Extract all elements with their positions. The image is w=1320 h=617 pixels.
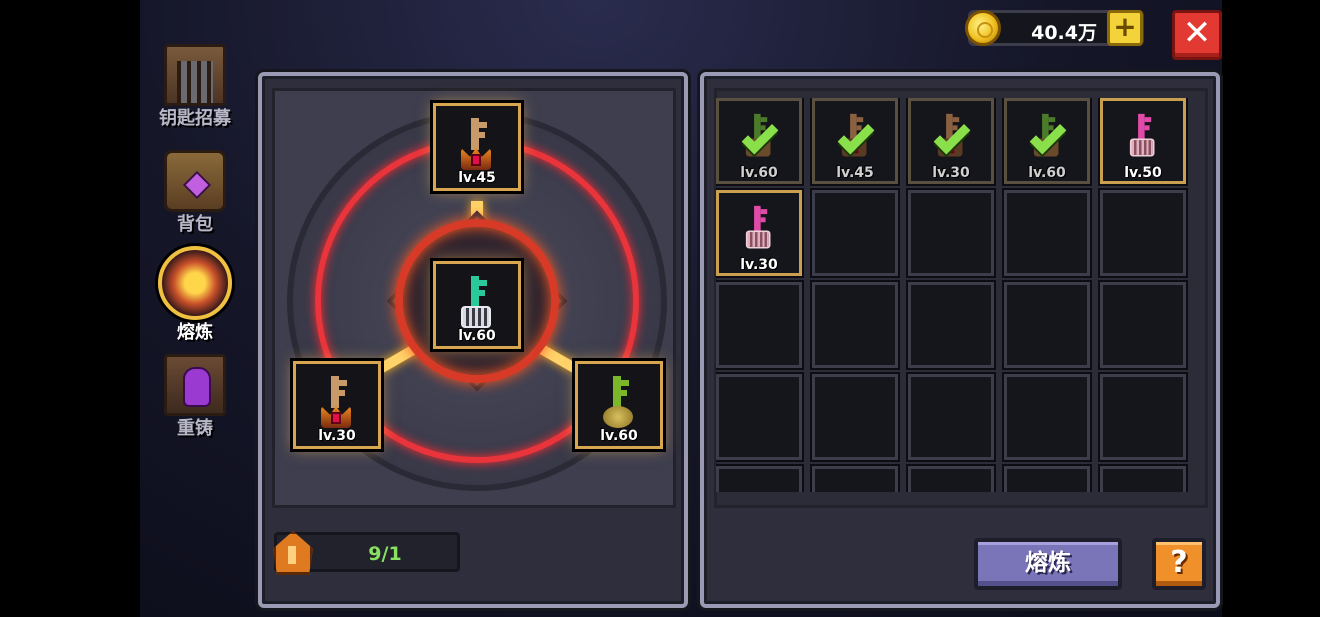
- slot-level: lv.30: [740, 257, 778, 273]
- right-letterbox: [1222, 0, 1320, 617]
- empty-slot: [1100, 190, 1186, 276]
- forge-slot-right[interactable]: lv.60: [575, 361, 663, 449]
- slot-level: lv.30: [318, 428, 356, 444]
- teal-key-icon: [457, 276, 497, 330]
- empty-slot: [1004, 190, 1090, 276]
- pink-key-icon: [743, 205, 776, 250]
- gold-coin-icon: [965, 10, 1001, 46]
- sidebar-item-label: 熔炼: [177, 322, 213, 343]
- slot-level: lv.60: [600, 428, 638, 444]
- furnace-icon: [158, 246, 232, 320]
- inventory-slot[interactable]: lv.60: [1004, 98, 1090, 184]
- inventory-grid[interactable]: lv.60 lv.45 lv.30 lv.60 lv.50 lv.30: [716, 98, 1196, 492]
- forge-slot-top[interactable]: lv.45: [433, 103, 521, 191]
- empty-slot: [812, 190, 898, 276]
- slot-level: lv.50: [1124, 165, 1162, 181]
- sidebar-item-smelt[interactable]: 熔炼: [150, 246, 240, 344]
- empty-slot: [812, 282, 898, 368]
- sidebar-item-label: 背包: [177, 214, 213, 235]
- inventory-slot[interactable]: lv.45: [812, 98, 898, 184]
- inventory-slot[interactable]: lv.30: [908, 98, 994, 184]
- slot-level: lv.60: [740, 165, 778, 181]
- material-count-bar: 9/1: [273, 531, 460, 575]
- empty-slot: [908, 466, 994, 492]
- help-button[interactable]: ?: [1152, 538, 1206, 590]
- sidebar-item-backpack[interactable]: 背包: [150, 150, 240, 236]
- close-button[interactable]: ✕: [1172, 10, 1222, 60]
- bronze-key-icon: [317, 376, 357, 430]
- recast-icon: [164, 354, 226, 416]
- gate-icon: [164, 44, 226, 106]
- left-letterbox: [0, 0, 140, 617]
- empty-slot: [1100, 374, 1186, 460]
- inventory-slot[interactable]: lv.50: [1100, 98, 1186, 184]
- forge-area: lv.45 lv.60 lv.30 lv.60: [272, 88, 676, 508]
- currency-display: 40.4万 +: [965, 10, 1144, 46]
- empty-slot: [716, 466, 802, 492]
- plus-icon[interactable]: +: [1107, 10, 1143, 46]
- empty-slot: [1100, 466, 1186, 492]
- empty-slot: [716, 282, 802, 368]
- slot-level: lv.60: [458, 328, 496, 344]
- material-count: 9/1: [368, 543, 402, 565]
- forge-panel: lv.45 lv.60 lv.30 lv.60 9/1: [258, 72, 688, 608]
- empty-slot: [908, 374, 994, 460]
- slot-level: lv.30: [932, 165, 970, 181]
- inventory-slot[interactable]: lv.60: [716, 98, 802, 184]
- green-key-icon: [599, 376, 639, 430]
- sidebar-item-label: 重铸: [177, 418, 213, 439]
- empty-slot: [716, 374, 802, 460]
- empty-slot: [908, 282, 994, 368]
- bronze-key-icon: [457, 118, 497, 172]
- empty-slot: [812, 466, 898, 492]
- pink-key-icon: [1127, 113, 1160, 158]
- slot-level: lv.60: [1028, 165, 1066, 181]
- slot-level: lv.45: [836, 165, 874, 181]
- sidebar-item-label: 钥匙招募: [159, 108, 231, 129]
- inventory-panel: lv.60 lv.45 lv.30 lv.60 lv.50 lv.30 熔炼 ?: [700, 72, 1220, 608]
- slot-level: lv.45: [458, 170, 496, 186]
- forge-result-slot[interactable]: lv.60: [433, 261, 521, 349]
- backpack-icon: [164, 150, 226, 212]
- sidebar-item-key-recruit[interactable]: 钥匙招募: [150, 44, 240, 130]
- smelt-button[interactable]: 熔炼: [974, 538, 1122, 590]
- sidebar-item-recast[interactable]: 重铸: [150, 354, 240, 440]
- empty-slot: [1004, 466, 1090, 492]
- inventory-slot[interactable]: lv.30: [716, 190, 802, 276]
- empty-slot: [1004, 374, 1090, 460]
- empty-slot: [812, 374, 898, 460]
- empty-slot: [1100, 282, 1186, 368]
- forge-slot-left[interactable]: lv.30: [293, 361, 381, 449]
- empty-slot: [1004, 282, 1090, 368]
- currency-amount: 40.4万: [1031, 22, 1097, 44]
- empty-slot: [908, 190, 994, 276]
